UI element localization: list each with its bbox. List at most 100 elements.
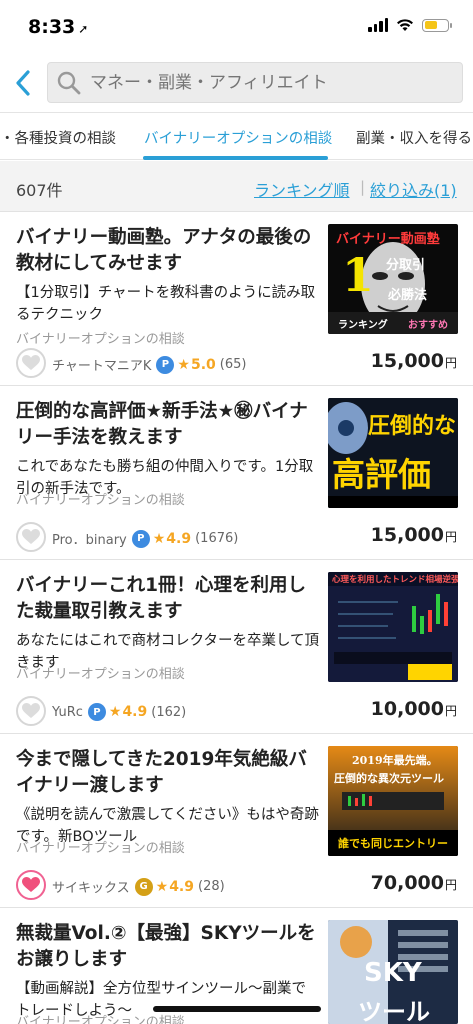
- thumb-caption: ツール: [358, 998, 430, 1024]
- seller-name[interactable]: チャートマニアK: [52, 355, 151, 374]
- price-unit: 円: [444, 530, 457, 544]
- thumb-caption: 圧倒的な異次元ツール: [334, 772, 444, 785]
- favorite-button[interactable]: [16, 870, 46, 900]
- seller-info: チャートマニアK P ★ 5.0 (65): [52, 355, 246, 374]
- review-count: (65): [219, 357, 247, 372]
- item-category: バイナリーオプションの相談: [16, 1015, 185, 1024]
- favorite-button[interactable]: [16, 522, 46, 552]
- tab-investment[interactable]: ・各種投資の相談: [0, 127, 116, 148]
- tab-side-income[interactable]: 副業・収入を得る: [356, 127, 472, 148]
- item-category: バイナリーオプションの相談: [16, 667, 185, 682]
- battery-icon: [422, 18, 452, 32]
- wifi-icon: [397, 19, 413, 31]
- item-title[interactable]: バイナリー動画塾。アナタの最後の教材にしてみせます: [16, 225, 320, 277]
- item-price: 15,000円: [371, 524, 457, 546]
- thumb-caption: 高評価: [332, 455, 431, 494]
- seller-info: YuRc P ★ 4.9 (162): [52, 703, 186, 721]
- item-thumbnail[interactable]: SKY ツール: [328, 920, 458, 1024]
- item-category: バイナリーオプションの相談: [16, 332, 185, 347]
- tab-binary-options[interactable]: バイナリーオプションの相談: [144, 127, 332, 148]
- favorite-button[interactable]: [16, 348, 46, 378]
- seller-name[interactable]: サイキックス: [52, 877, 130, 896]
- rating-value: 4.9: [122, 704, 148, 720]
- result-count: 607件: [16, 181, 63, 200]
- thumb-caption: バイナリー動画塾: [336, 232, 440, 247]
- rating-value: 5.0: [190, 356, 216, 373]
- thumb-caption: 2019年最先端。: [352, 754, 438, 767]
- price-value: 70,000: [370, 872, 444, 894]
- sort-separator: |: [360, 178, 366, 196]
- thumb-caption: ランキング: [338, 320, 388, 331]
- list-item[interactable]: 今まで隠してきた2019年気絶級バイナリー渡します 《説明を読んで激震してくださ…: [0, 734, 473, 908]
- status-bar: 8:33 ➚: [0, 0, 473, 52]
- home-indicator[interactable]: [153, 1006, 321, 1012]
- category-tab-bar: ・各種投資の相談 バイナリーオプションの相談 副業・収入を得る: [0, 112, 473, 160]
- star-icon: ★: [108, 704, 122, 720]
- rating-value: 4.9: [169, 878, 194, 895]
- star-icon: ★: [155, 878, 169, 895]
- chevron-left-icon: [16, 70, 30, 96]
- thumb-caption: 必勝法: [388, 288, 428, 303]
- item-title[interactable]: バイナリーこれ1冊！心理を利用した裁量取引教えます: [16, 573, 320, 625]
- review-count: (1676): [195, 531, 239, 546]
- thumb-caption: 分取引: [386, 258, 426, 273]
- price-unit: 円: [444, 356, 457, 370]
- item-title[interactable]: 無裁量Vol.②【最強】SKYツールをお譲りします: [16, 921, 320, 973]
- thumbnail-art: [328, 572, 458, 682]
- price-value: 15,000: [370, 350, 444, 372]
- item-price: 15,000円: [371, 350, 457, 372]
- heart-icon: [22, 529, 40, 544]
- search-box[interactable]: [47, 62, 463, 103]
- item-price: 70,000円: [371, 872, 457, 894]
- favorite-button[interactable]: [16, 696, 46, 726]
- price-value: 15,000: [370, 524, 444, 546]
- list-item[interactable]: バイナリーこれ1冊！心理を利用した裁量取引教えます あなたにはこれで商材コレクタ…: [0, 560, 473, 734]
- heart-icon: [22, 877, 40, 892]
- search-icon: [57, 71, 81, 94]
- item-thumbnail[interactable]: 圧倒的な 高評価: [328, 398, 458, 508]
- thumb-caption: SKY: [364, 958, 422, 988]
- item-title[interactable]: 圧倒的な高評価★新手法★㊙バイナリー手法を教えます: [16, 399, 320, 451]
- item-category: バイナリーオプションの相談: [16, 841, 185, 856]
- thumb-caption: おすすめ: [408, 320, 448, 331]
- platinum-rank-badge-icon: P: [156, 355, 175, 374]
- thumb-caption: 1: [342, 248, 375, 302]
- heart-icon: [22, 703, 40, 718]
- item-price: 10,000円: [371, 698, 457, 720]
- active-tab-indicator: [143, 156, 328, 160]
- status-time: 8:33 ➚: [28, 16, 88, 38]
- seller-info: Pro．binary P ★ 4.9 (1676): [52, 529, 238, 548]
- clock-text: 8:33: [28, 16, 76, 38]
- rating-value: 4.9: [166, 530, 192, 547]
- platinum-rank-badge-icon: P: [131, 529, 150, 548]
- item-category: バイナリーオプションの相談: [16, 493, 185, 508]
- location-arrow-icon: ➚: [78, 22, 89, 36]
- item-thumbnail[interactable]: 2019年最先端。 圧倒的な異次元ツール 誰でも同じエントリー: [328, 746, 458, 856]
- filter-link[interactable]: 絞り込み(1): [370, 177, 457, 201]
- star-icon: ★: [177, 356, 190, 373]
- seller-info: サイキックス G ★ 4.9 (28): [52, 877, 225, 896]
- price-unit: 円: [444, 878, 457, 892]
- price-value: 10,000: [370, 698, 444, 720]
- item-description: 【1分取引】チャートを教科書のように読み取るテクニック: [16, 285, 316, 323]
- thumb-caption: 圧倒的な: [368, 413, 457, 439]
- review-count: (162): [151, 704, 187, 720]
- cellular-signal-icon: [368, 18, 388, 32]
- price-unit: 円: [444, 704, 457, 718]
- search-row: [0, 60, 473, 106]
- search-input[interactable]: [90, 72, 450, 93]
- thumb-caption: 心理を利用したトレンド相場逆張り: [332, 575, 458, 585]
- list-item[interactable]: バイナリー動画塾。アナタの最後の教材にしてみせます 【1分取引】チャートを教科書…: [0, 212, 473, 386]
- gold-rank-badge-icon: G: [134, 877, 153, 896]
- result-toolbar: 607件 ランキング順 | 絞り込み(1): [0, 161, 473, 212]
- back-button[interactable]: [6, 62, 40, 104]
- status-icons: [368, 18, 452, 32]
- item-title[interactable]: 今まで隠してきた2019年気絶級バイナリー渡します: [16, 747, 320, 799]
- seller-name[interactable]: YuRc: [52, 705, 83, 720]
- seller-name[interactable]: Pro．binary: [52, 529, 127, 548]
- sort-ranking-link[interactable]: ランキング順: [254, 177, 350, 201]
- item-thumbnail[interactable]: 心理を利用したトレンド相場逆張り: [328, 572, 458, 682]
- list-item[interactable]: 圧倒的な高評価★新手法★㊙バイナリー手法を教えます これであなたも勝ち組の仲間入…: [0, 386, 473, 560]
- item-thumbnail[interactable]: バイナリー動画塾 1 分取引 必勝法 ランキング おすすめ: [328, 224, 458, 334]
- platinum-rank-badge-icon: P: [87, 703, 106, 721]
